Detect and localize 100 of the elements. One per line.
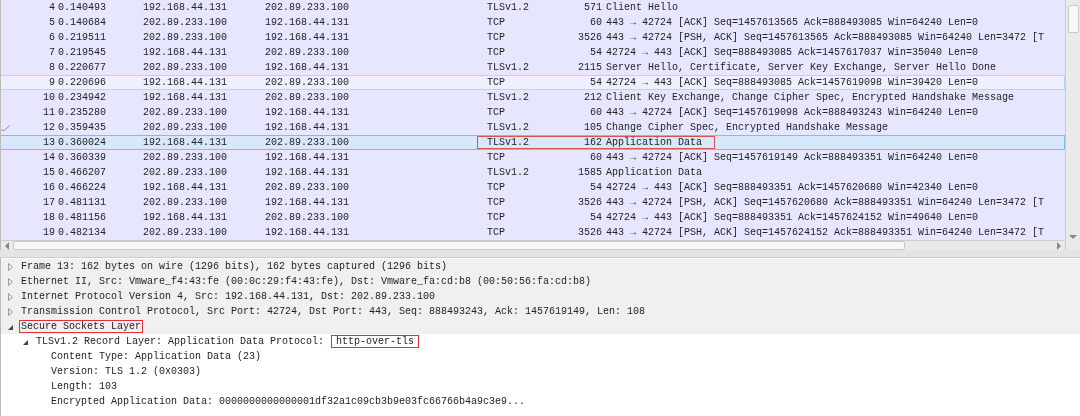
destination-cell-text: 192.168.44.131 [265,197,350,208]
packet-row[interactable]: 4 0.140493 192.168.44.131 202.89.233.100 TLSv1.2 571 Client Hello [1,0,1065,15]
time-cell-text: 0.235280 [58,107,107,118]
packet-row[interactable]: 17 0.481131 202.89.233.100 192.168.44.131 TCP 3526 443 → 42724 [PSH, ACK] Seq=1457620680 Ack=888493351 Win=64240 Len=3472 [T [1,195,1065,210]
packet-row[interactable]: 18 0.481156 192.168.44.131 202.89.233.100 TCP 54 42724 → 443 [ACK] Seq=888493351 Ack=1457624152 Win=49640 Len=0 [1,210,1065,225]
protocol-cell-text: TCP [486,152,506,163]
packet-number: 18 [42,212,56,223]
tree-item[interactable]: Length: 103 [49,380,119,393]
expand-triangle-icon[interactable] [7,277,14,286]
protocol-cell-text: TLSv1.2 [486,62,530,73]
packet-number: 9 [48,77,56,88]
packet-row[interactable]: 15 0.466207 202.89.233.100 192.168.44.131 TLSv1.2 1585 Application Data [1,165,1065,180]
packet-number: 12 [42,122,56,133]
time-cell-text: 0.481131 [58,197,107,208]
pane-splitter[interactable] [0,250,1080,258]
time-cell-text: 0.466207 [58,167,107,178]
packet-number: 6 [48,32,56,43]
packet-row[interactable]: 16 0.466224 192.168.44.131 202.89.233.100 TCP 54 42724 → 443 [ACK] Seq=888493351 Ack=1457620680 Win=42340 Len=0 [1,180,1065,195]
tree-item[interactable]: Secure Sockets Layer [19,320,144,333]
horizontal-scrollbar[interactable] [1,240,1065,250]
protocol-cell-text: TCP [486,32,506,43]
packet-row[interactable]: 19 0.482134 202.89.233.100 192.168.44.131 TCP 3526 443 → 42724 [PSH, ACK] Seq=1457624152 Ack=888493351 Win=64240 Len=3472 [T [1,225,1065,240]
packet-row[interactable]: 7 0.219545 192.168.44.131 202.89.233.100 TCP 54 42724 → 443 [ACK] Seq=888493085 Ack=1457617037 Win=35040 Len=0 [1,45,1065,60]
packet-row[interactable]: 14 0.360339 202.89.233.100 192.168.44.131 TCP 60 443 → 42724 [ACK] Seq=1457619149 Ack=888493351 Win=64240 Len=0 [1,150,1065,165]
packet-row[interactable]: 13 0.360024 192.168.44.131 202.89.233.100 TLSv1.2 162 Application Data [1,135,1065,150]
destination-cell-text: 192.168.44.131 [265,62,350,73]
packet-number: 10 [42,92,56,103]
protocol-cell-text: TLSv1.2 [486,167,530,178]
source-cell-text: 192.168.44.131 [143,212,228,223]
packet-row[interactable]: 6 0.219511 202.89.233.100 192.168.44.131 TCP 3526 443 → 42724 [PSH, ACK] Seq=1457613565 Ack=888493085 Win=64240 Len=3472 [T [1,30,1065,45]
scrollbar-thumb[interactable] [1067,5,1079,33]
info-cell: Change Cipher Spec, Encrypted Handshake Message [606,122,889,133]
destination-cell-text: 192.168.44.131 [265,107,350,118]
info-cell: Application Data [606,167,702,178]
source-cell-text: 192.168.44.131 [143,92,228,103]
length-cell-text: 60 [589,17,603,28]
info-cell: 42724 → 443 [ACK] Seq=888493085 Ack=1457619098 Win=39420 Len=0 [606,77,979,88]
packet-row[interactable]: 10 0.234942 192.168.44.131 202.89.233.100 TLSv1.2 212 Client Key Exchange, Change Cipher Spec, Encrypted Handshake Message [1,90,1065,105]
info-cell: 443 → 42724 [PSH, ACK] Seq=1457613565 Ack=888493085 Win=64240 Len=3472 [T [606,32,1045,43]
source-cell-text: 192.168.44.131 [143,137,228,148]
destination-cell-text: 202.89.233.100 [265,137,350,148]
length-cell-text: 54 [589,212,603,223]
destination-cell-text: 192.168.44.131 [265,122,350,133]
source-cell-text: 202.89.233.100 [143,17,228,28]
source-cell-text: 202.89.233.100 [143,167,228,178]
time-cell-text: 0.220696 [58,77,107,88]
packet-row[interactable]: 9 0.220696 192.168.44.131 202.89.233.100 TCP 54 42724 → 443 [ACK] Seq=888493085 Ack=1457619098 Win=39420 Len=0 [1,75,1065,90]
scroll-down-icon[interactable] [1069,234,1077,240]
length-cell-text: 3526 [577,32,603,43]
protocol-cell-text: TLSv1.2 [486,2,530,13]
scroll-right-icon[interactable] [1056,241,1062,250]
time-cell-text: 0.482134 [58,227,107,238]
length-cell-text: 571 [583,2,603,13]
time-cell-text: 0.140684 [58,17,107,28]
info-cell: 443 → 42724 [ACK] Seq=1457619149 Ack=888493351 Win=64240 Len=0 [606,152,979,163]
tree-item[interactable]: Encrypted Application Data: 0000000000000001df32a1c09cb3b9e03fc66766b4a9c3e9... [49,395,528,408]
length-cell-text: 3526 [577,197,603,208]
source-cell-text: 192.168.44.131 [143,2,228,13]
tree-item[interactable]: TLSv1.2 Record Layer: Application Data Protocol: [34,335,327,348]
length-cell-text: 1585 [577,167,603,178]
info-cell: 443 → 42724 [PSH, ACK] Seq=1457624152 Ack=888493351 Win=64240 Len=3472 [T [606,227,1045,238]
packet-number: 14 [42,152,56,163]
time-cell-text: 0.219511 [58,32,107,43]
destination-cell-text: 202.89.233.100 [265,47,350,58]
expand-triangle-icon[interactable] [7,307,14,316]
time-cell-text: 0.360024 [58,137,107,148]
info-cell: 42724 → 443 [ACK] Seq=888493085 Ack=1457617037 Win=35040 Len=0 [606,47,979,58]
packet-number: 19 [42,227,56,238]
time-cell-text: 0.220677 [58,62,107,73]
protocol-cell-text: TCP [486,212,506,223]
time-cell-text: 0.234942 [58,92,107,103]
time-cell-text: 0.140493 [58,2,107,13]
destination-cell-text: 202.89.233.100 [265,77,350,88]
protocol-cell-text: TCP [486,197,506,208]
packet-number: 4 [48,2,56,13]
source-cell-text: 192.168.44.131 [143,77,228,88]
vertical-scrollbar[interactable] [1065,0,1080,250]
scrollbar-thumb[interactable] [13,241,905,250]
source-cell-text: 202.89.233.100 [143,227,228,238]
protocol-cell-text: TLSv1.2 [486,122,530,133]
destination-cell-text: 192.168.44.131 [265,32,350,43]
length-cell-text: 212 [583,92,603,103]
protocol-cell-text: TCP [486,227,506,238]
packet-row[interactable]: 8 0.220677 202.89.233.100 192.168.44.131 TLSv1.2 2115 Server Hello, Certificate, Server Key Exchange, Server Hello Done [1,60,1065,75]
destination-cell-text: 192.168.44.131 [265,227,350,238]
expand-triangle-icon[interactable] [7,262,14,271]
length-cell-text: 54 [589,77,603,88]
protocol-cell-text: TCP [486,107,506,118]
protocol-cell-text: TCP [486,47,506,58]
tree-item[interactable]: Version: TLS 1.2 (0x0303) [49,365,204,378]
source-cell-text: 202.89.233.100 [143,152,228,163]
packet-row[interactable]: 5 0.140684 202.89.233.100 192.168.44.131 TCP 60 443 → 42724 [ACK] Seq=1457613565 Ack=888493085 Win=64240 Len=0 [1,15,1065,30]
tree-item[interactable]: Content Type: Application Data (23) [49,350,264,363]
packet-number: 15 [42,167,56,178]
packet-row[interactable]: 11 0.235280 202.89.233.100 192.168.44.131 TCP 60 443 → 42724 [ACK] Seq=1457619098 Ack=888493243 Win=64240 Len=0 [1,105,1065,120]
packet-row[interactable]: 12 0.359435 202.89.233.100 192.168.44.131 TLSv1.2 105 Change Cipher Spec, Encrypted Handshake Message [1,120,1065,135]
scroll-left-icon[interactable] [4,241,10,250]
length-cell-text: 2115 [577,62,603,73]
destination-cell-text: 202.89.233.100 [265,182,350,193]
expand-triangle-icon[interactable] [7,292,14,301]
